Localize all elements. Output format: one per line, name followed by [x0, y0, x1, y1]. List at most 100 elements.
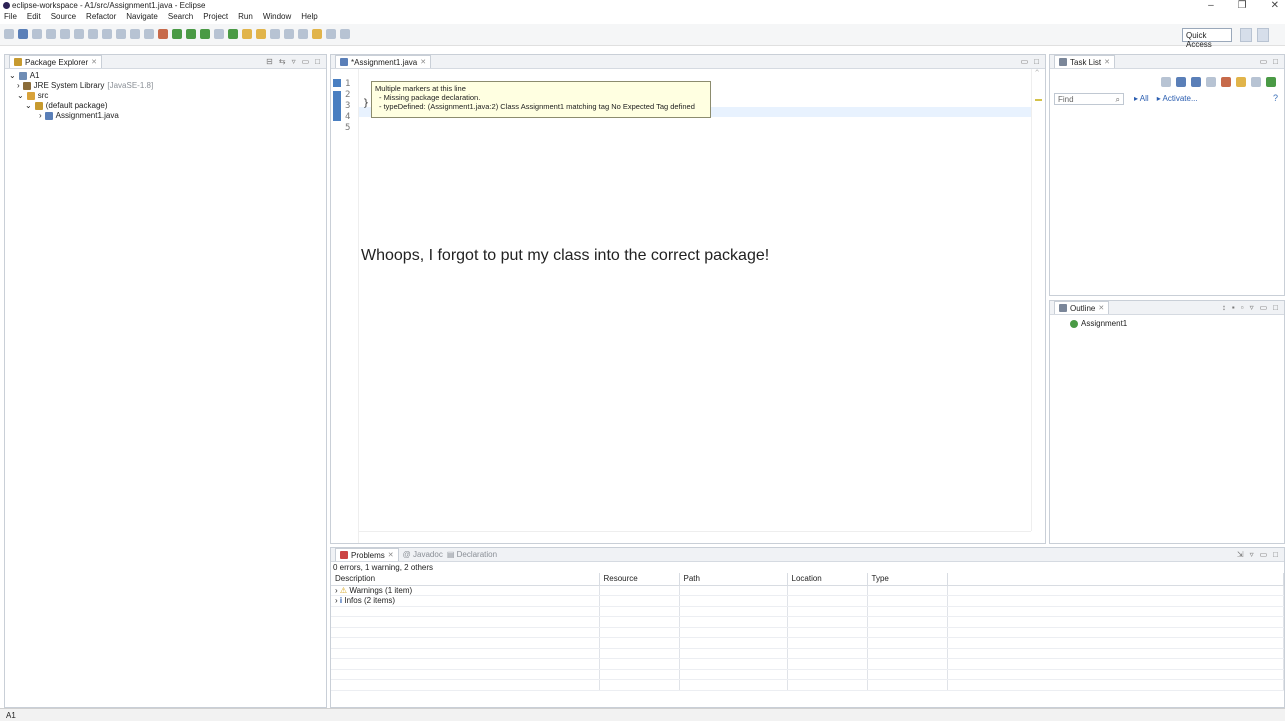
minimize-view-icon[interactable]: ▭	[1260, 303, 1268, 312]
tree-item-default-package[interactable]: ⌄ (default package)	[9, 101, 326, 111]
java-perspective-icon[interactable]	[1257, 28, 1269, 42]
tree-item-jre[interactable]: › JRE System Library [JavaSE-1.8]	[9, 81, 326, 91]
focus-icon[interactable]	[1236, 77, 1246, 87]
chevron-down-icon[interactable]: ⌄	[17, 91, 24, 101]
table-row[interactable]: › i Infos (2 items)	[331, 595, 1284, 607]
open-task-icon[interactable]	[102, 29, 112, 39]
sort-icon[interactable]: ↕	[1222, 303, 1226, 312]
all-link[interactable]: ▸ All	[1134, 94, 1149, 103]
chevron-up-icon[interactable]: ^	[1035, 69, 1039, 77]
maximize-view-icon[interactable]: □	[315, 57, 320, 66]
minimize-button[interactable]: –	[1208, 0, 1214, 11]
external-tools-icon[interactable]	[200, 29, 210, 39]
close-window-button[interactable]: ✕	[1271, 0, 1279, 11]
pin-icon[interactable]	[46, 29, 56, 39]
filter-icon[interactable]	[1206, 77, 1216, 87]
coverage-run-icon[interactable]	[186, 29, 196, 39]
maximize-view-icon[interactable]: □	[1273, 57, 1278, 66]
back-icon[interactable]	[326, 29, 336, 39]
save-icon[interactable]	[18, 29, 28, 39]
close-icon[interactable]: ✕	[1098, 304, 1104, 312]
hide-completed-icon[interactable]	[1221, 77, 1231, 87]
tab-task-list[interactable]: Task List ✕	[1054, 55, 1115, 68]
chevron-down-icon[interactable]: ⌄	[9, 71, 16, 81]
forward-icon[interactable]	[340, 29, 350, 39]
skip-breakpoints-icon[interactable]	[144, 29, 154, 39]
link-editor-icon[interactable]: ⇆	[279, 57, 286, 66]
maximize-view-icon[interactable]: □	[1273, 550, 1278, 559]
column-description[interactable]: Description	[331, 573, 600, 586]
open-perspective-icon[interactable]	[1240, 28, 1252, 42]
menu-help[interactable]: Help	[301, 12, 317, 24]
tab-javadoc[interactable]: @ Javadoc	[403, 550, 443, 559]
chevron-right-icon[interactable]: ›	[39, 111, 42, 121]
debug-icon[interactable]	[158, 29, 168, 39]
minimize-view-icon[interactable]: ▭	[1260, 57, 1268, 66]
tab-assignment1-java[interactable]: *Assignment1.java ✕	[335, 55, 432, 68]
restore-button[interactable]: ❐	[1238, 0, 1247, 11]
horizontal-scrollbar[interactable]	[359, 531, 1031, 543]
tab-package-explorer[interactable]: Package Explorer ✕	[9, 55, 103, 68]
close-icon[interactable]: ✕	[388, 551, 394, 559]
column-resource[interactable]: Resource	[599, 573, 680, 586]
chevron-right-icon[interactable]: ›	[335, 596, 338, 605]
code-line[interactable]: }	[363, 98, 369, 109]
print-icon[interactable]	[32, 29, 42, 39]
chevron-right-icon[interactable]: ›	[17, 81, 20, 91]
minimize-view-icon[interactable]: ▭	[1260, 550, 1268, 559]
menu-window[interactable]: Window	[263, 12, 291, 24]
open-project-icon[interactable]	[256, 29, 266, 39]
help-icon[interactable]: ?	[1273, 93, 1278, 103]
filter-icon[interactable]: ⇲	[1237, 550, 1244, 559]
tab-outline[interactable]: Outline ✕	[1054, 301, 1110, 314]
tree-item-src[interactable]: ⌄ src	[9, 91, 326, 101]
column-type[interactable]: Type	[867, 573, 948, 586]
sync-icon[interactable]	[1266, 77, 1276, 87]
minimize-view-icon[interactable]: ▭	[302, 57, 310, 66]
outline-item-class[interactable]: Assignment1	[1070, 319, 1284, 329]
column-location[interactable]: Location	[787, 573, 868, 586]
maximize-view-icon[interactable]: □	[1273, 303, 1278, 312]
hide-static-icon[interactable]: ▫	[1241, 303, 1244, 312]
scheduled-icon[interactable]	[1191, 77, 1201, 87]
view-menu-icon[interactable]: ▿	[1250, 550, 1254, 559]
overview-ruler[interactable]: ^	[1031, 69, 1045, 531]
menu-navigate[interactable]: Navigate	[126, 12, 158, 24]
menu-search[interactable]: Search	[168, 12, 193, 24]
tab-problems[interactable]: Problems ✕	[335, 548, 399, 561]
table-row[interactable]: › ⚠ Warnings (1 item)	[331, 585, 1284, 596]
next-annotation-icon[interactable]	[284, 29, 294, 39]
chevron-right-icon[interactable]: ›	[335, 586, 338, 595]
menu-project[interactable]: Project	[203, 12, 228, 24]
close-icon[interactable]: ✕	[91, 58, 97, 66]
menu-source[interactable]: Source	[51, 12, 76, 24]
prev-annotation-icon[interactable]	[298, 29, 308, 39]
annotation-icon[interactable]	[116, 29, 126, 39]
hide-fields-icon[interactable]: ▪	[1232, 303, 1235, 312]
activate-link[interactable]: ▸ Activate...	[1157, 94, 1198, 103]
search-icon[interactable]	[74, 29, 84, 39]
problem-group-warnings[interactable]: › ⚠ Warnings (1 item)	[331, 585, 600, 596]
collapse-all-icon[interactable]: ⊟	[266, 57, 273, 66]
close-icon[interactable]: ✕	[1104, 58, 1110, 66]
close-icon[interactable]: ✕	[420, 58, 426, 66]
view-menu-icon[interactable]: ▿	[1250, 303, 1254, 312]
categorized-icon[interactable]	[1176, 77, 1186, 87]
refactor-icon[interactable]	[60, 29, 70, 39]
task-find-input[interactable]: Find ⌕	[1054, 93, 1124, 105]
column-path[interactable]: Path	[679, 573, 788, 586]
warning-marker-icon[interactable]	[333, 91, 341, 121]
collapse-all-icon[interactable]	[1251, 77, 1261, 87]
chevron-down-icon[interactable]: ⌄	[25, 101, 32, 111]
menu-run[interactable]: Run	[238, 12, 253, 24]
tree-item-project[interactable]: ⌄ A1	[9, 71, 326, 81]
minimize-view-icon[interactable]: ▭	[1021, 57, 1029, 66]
open-type-icon[interactable]	[88, 29, 98, 39]
menu-refactor[interactable]: Refactor	[86, 12, 116, 24]
coverage-icon[interactable]	[130, 29, 140, 39]
quick-access-field[interactable]: Quick Access	[1182, 28, 1232, 49]
menu-edit[interactable]: Edit	[27, 12, 41, 24]
tree-item-java-file[interactable]: › Assignment1.java	[9, 111, 326, 121]
new-java-package-icon[interactable]	[214, 29, 224, 39]
open-folder-icon[interactable]	[242, 29, 252, 39]
